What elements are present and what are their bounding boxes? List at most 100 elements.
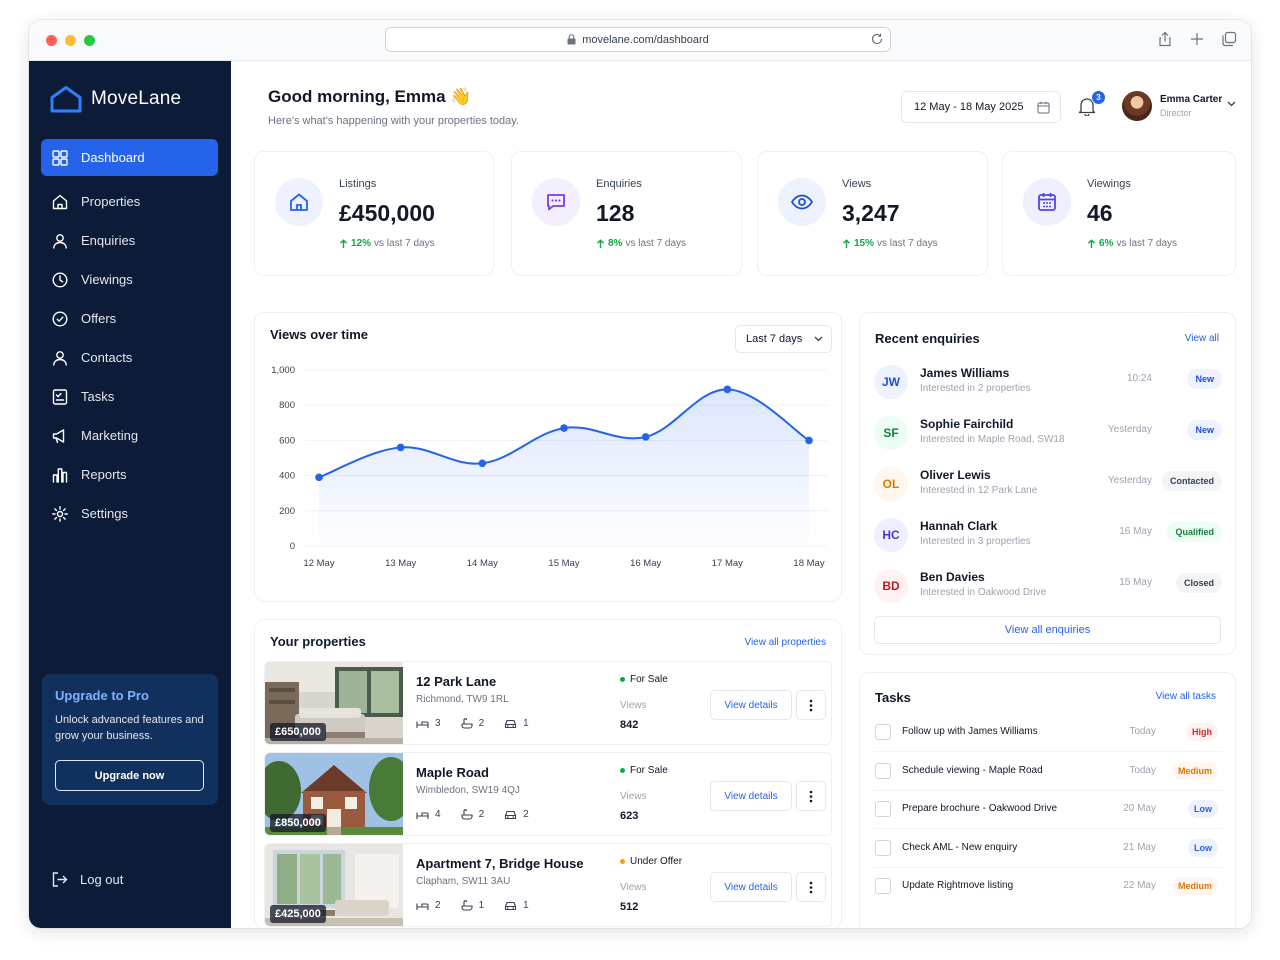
enquiries-title: Recent enquiries xyxy=(875,331,980,346)
enquiry-avatar: OL xyxy=(874,467,908,501)
close-window-button[interactable] xyxy=(46,35,57,46)
enquiry-name[interactable]: James Williams xyxy=(920,366,1009,380)
view-all-properties-link[interactable]: View all properties xyxy=(744,637,826,648)
task-checkbox[interactable] xyxy=(875,878,891,894)
task-checkbox[interactable] xyxy=(875,839,891,856)
property-name[interactable]: Maple Road xyxy=(416,765,489,780)
enquiry-item[interactable]: SF Sophie Fairchild Interested in Maple … xyxy=(874,409,1222,457)
task-checkbox[interactable] xyxy=(875,724,891,740)
y-tick-label: 200 xyxy=(279,506,295,517)
user-avatar[interactable] xyxy=(1122,91,1152,121)
property-status: For Sale xyxy=(620,674,668,685)
property-name[interactable]: 12 Park Lane xyxy=(416,674,496,689)
view-all-enquiries-button[interactable]: View all enquiries xyxy=(874,616,1221,644)
task-label[interactable]: Check AML - New enquiry xyxy=(902,842,1017,853)
sidebar-item-viewings[interactable]: Viewings xyxy=(41,261,218,298)
chart-point[interactable] xyxy=(641,433,650,441)
new-tab-icon[interactable] xyxy=(1189,31,1205,47)
more-options-button[interactable] xyxy=(796,781,826,811)
parking-count: 1 xyxy=(523,900,529,911)
chevron-down-icon[interactable] xyxy=(1227,101,1236,107)
stat-label: Enquiries xyxy=(596,178,642,190)
properties-title: Your properties xyxy=(270,634,366,649)
view-details-button[interactable]: View details xyxy=(710,781,792,811)
task-label[interactable]: Prepare brochure - Oakwood Drive xyxy=(902,803,1057,814)
task-checkbox[interactable] xyxy=(875,762,891,779)
enquiry-name[interactable]: Sophie Fairchild xyxy=(920,417,1013,431)
view-all-enquiries-link[interactable]: View all xyxy=(1185,333,1219,344)
sidebar-item-offers[interactable]: Offers xyxy=(41,300,218,337)
more-options-button[interactable] xyxy=(796,690,826,720)
stat-card-views[interactable]: Views 3,247 15% vs last 7 days xyxy=(757,151,988,276)
sidebar-item-contacts[interactable]: Contacts xyxy=(41,339,218,376)
sidebar-item-label: Tasks xyxy=(81,389,115,404)
sidebar-item-enquiries[interactable]: Enquiries xyxy=(41,222,218,259)
chart-point[interactable] xyxy=(560,424,568,432)
tabs-overview-icon[interactable] xyxy=(1221,31,1237,47)
x-tick-label: 18 May xyxy=(793,558,824,569)
task-label[interactable]: Update Rightmove listing xyxy=(902,880,1013,891)
date-range-picker[interactable]: 12 May - 18 May 2025 xyxy=(901,91,1061,123)
kebab-menu-icon xyxy=(809,790,813,802)
chart-point[interactable] xyxy=(396,443,405,452)
stat-card-listings[interactable]: Listings £450,000 12% vs last 7 days xyxy=(254,151,494,276)
enquiry-name[interactable]: Oliver Lewis xyxy=(920,468,991,482)
share-icon[interactable] xyxy=(1157,31,1173,47)
property-row[interactable]: £650,000 12 Park Lane Richmond, TW9 1RL … xyxy=(264,661,832,745)
property-row[interactable]: £850,000 Maple Road Wimbledon, SW19 4QJ … xyxy=(264,752,832,836)
view-details-button[interactable]: View details xyxy=(710,872,792,902)
property-photo[interactable]: £425,000 xyxy=(265,844,403,926)
task-label[interactable]: Schedule viewing - Maple Road xyxy=(902,765,1043,776)
property-price: £850,000 xyxy=(270,814,326,832)
sidebar-item-settings[interactable]: Settings xyxy=(41,495,218,532)
browser-window: movelane.com/dashboard MoveLane Dashboar… xyxy=(29,20,1251,928)
enquiry-item[interactable]: JW James Williams Interested in 2 proper… xyxy=(874,358,1222,406)
property-price: £425,000 xyxy=(270,905,326,923)
user-name[interactable]: Emma Carter xyxy=(1160,94,1222,105)
upgrade-description: Unlock advanced features and grow your b… xyxy=(55,714,204,742)
bedrooms: 3 xyxy=(416,718,441,729)
greeting-subtitle: Here's what's happening with your proper… xyxy=(268,115,520,127)
stat-card-enquiries[interactable]: Enquiries 128 8% vs last 7 days xyxy=(511,151,742,276)
chart-point[interactable] xyxy=(478,459,487,468)
chart-point[interactable] xyxy=(805,436,813,445)
more-options-button[interactable] xyxy=(796,872,826,902)
task-label[interactable]: Follow up with James Williams xyxy=(902,726,1038,737)
sidebar-item-properties[interactable]: Properties xyxy=(41,183,218,220)
sidebar-item-marketing[interactable]: Marketing xyxy=(41,417,218,454)
enquiry-name[interactable]: Hannah Clark xyxy=(920,519,997,533)
enquiry-item[interactable]: BD Ben Davies Interested in Oakwood Driv… xyxy=(874,562,1222,610)
property-row[interactable]: £425,000 Apartment 7, Bridge House Claph… xyxy=(264,843,832,927)
sidebar-item-tasks[interactable]: Tasks xyxy=(41,378,218,415)
task-checkbox[interactable] xyxy=(875,801,891,817)
browser-toolbar: movelane.com/dashboard xyxy=(29,20,1251,61)
sidebar-item-label: Settings xyxy=(81,506,128,521)
upgrade-card: Upgrade to Pro Unlock advanced features … xyxy=(42,674,218,805)
upgrade-now-button[interactable]: Upgrade now xyxy=(55,760,204,791)
logout-button[interactable]: Log out xyxy=(51,871,123,888)
property-address: Clapham, SW11 3AU xyxy=(416,876,511,887)
address-bar[interactable]: movelane.com/dashboard xyxy=(385,27,891,52)
brand-logo[interactable]: MoveLane xyxy=(49,85,181,113)
chart-point[interactable] xyxy=(723,385,732,394)
enquiry-status-badge: Closed xyxy=(1175,573,1222,593)
property-photo[interactable]: £650,000 xyxy=(265,662,403,744)
minimize-window-button[interactable] xyxy=(65,35,76,46)
property-name[interactable]: Apartment 7, Bridge House xyxy=(416,856,584,871)
view-all-tasks-link[interactable]: View all tasks xyxy=(1156,691,1216,702)
enquiry-item[interactable]: HC Hannah Clark Interested in 3 properti… xyxy=(874,511,1222,559)
property-address: Wimbledon, SW19 4QJ xyxy=(416,785,520,796)
enquiry-status-badge: Qualified xyxy=(1167,522,1222,542)
reload-icon[interactable] xyxy=(870,32,884,46)
sidebar-item-dashboard[interactable]: Dashboard xyxy=(41,139,218,176)
sidebar-item-reports[interactable]: Reports xyxy=(41,456,218,493)
x-tick-label: 15 May xyxy=(548,558,579,569)
parking-count: 1 xyxy=(523,718,529,729)
enquiry-name[interactable]: Ben Davies xyxy=(920,570,985,584)
chart-point[interactable] xyxy=(315,473,323,482)
property-photo[interactable]: £850,000 xyxy=(265,753,413,835)
enquiry-item[interactable]: OL Oliver Lewis Interested in 12 Park La… xyxy=(874,460,1222,508)
maximize-window-button[interactable] xyxy=(84,35,95,46)
stat-card-viewings[interactable]: Viewings 46 6% vs last 7 days xyxy=(1002,151,1236,276)
view-details-button[interactable]: View details xyxy=(710,690,792,720)
